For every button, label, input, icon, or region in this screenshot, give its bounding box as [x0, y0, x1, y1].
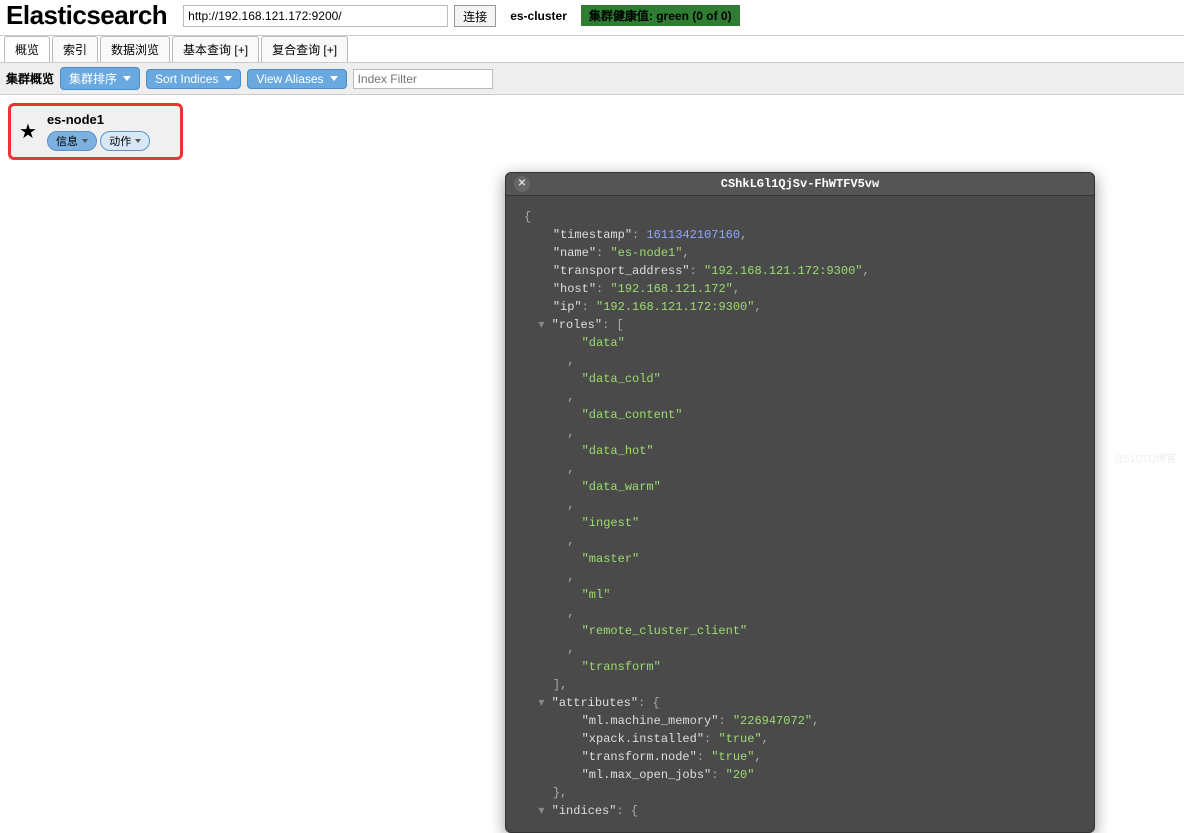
overview-toolbar: 集群概览 集群排序 Sort Indices View Aliases: [0, 63, 1184, 95]
header-bar: Elasticsearch 连接 es-cluster 集群健康值: green…: [0, 0, 1184, 36]
close-icon[interactable]: ✕: [514, 176, 530, 192]
node-card: ★ es-node1 信息 动作: [8, 103, 183, 160]
node-actions-button[interactable]: 动作: [100, 131, 150, 151]
tab-browse[interactable]: 数据浏览: [100, 36, 170, 62]
tab-basic-query[interactable]: 基本查询 [+]: [172, 36, 259, 62]
node-card-body: es-node1 信息 动作: [47, 112, 150, 151]
watermark: @51CTO博客: [1114, 450, 1176, 465]
cluster-health-badge: 集群健康值: green (0 of 0): [581, 5, 740, 26]
connect-button[interactable]: 连接: [454, 5, 496, 27]
index-filter-input[interactable]: [353, 69, 493, 89]
app-logo: Elasticsearch: [6, 0, 177, 31]
panel-title: CShkLGl1QjSv-FhWTFV5vw: [721, 177, 879, 191]
panel-header[interactable]: ✕ CShkLGl1QjSv-FhWTFV5vw: [506, 173, 1094, 196]
main-tabs: 概览 索引 数据浏览 基本查询 [+] 复合查询 [+]: [0, 36, 1184, 63]
view-aliases-button[interactable]: View Aliases: [247, 69, 346, 89]
cluster-name-label: es-cluster: [502, 9, 575, 23]
node-name-label: es-node1: [47, 112, 150, 127]
sort-indices-button[interactable]: Sort Indices: [146, 69, 241, 89]
node-json-panel: ✕ CShkLGl1QjSv-FhWTFV5vw { "timestamp": …: [505, 172, 1095, 833]
tab-indices[interactable]: 索引: [52, 36, 98, 62]
cluster-url-input[interactable]: [183, 5, 448, 27]
tab-compound-query[interactable]: 复合查询 [+]: [261, 36, 348, 62]
master-star-icon: ★: [19, 119, 37, 144]
panel-json-body[interactable]: { "timestamp": 1611342107160, "name": "e…: [506, 196, 1094, 832]
tab-overview[interactable]: 概览: [4, 36, 50, 62]
toolbar-title: 集群概览: [6, 70, 54, 87]
sort-cluster-button[interactable]: 集群排序: [60, 67, 140, 90]
node-info-button[interactable]: 信息: [47, 131, 97, 151]
